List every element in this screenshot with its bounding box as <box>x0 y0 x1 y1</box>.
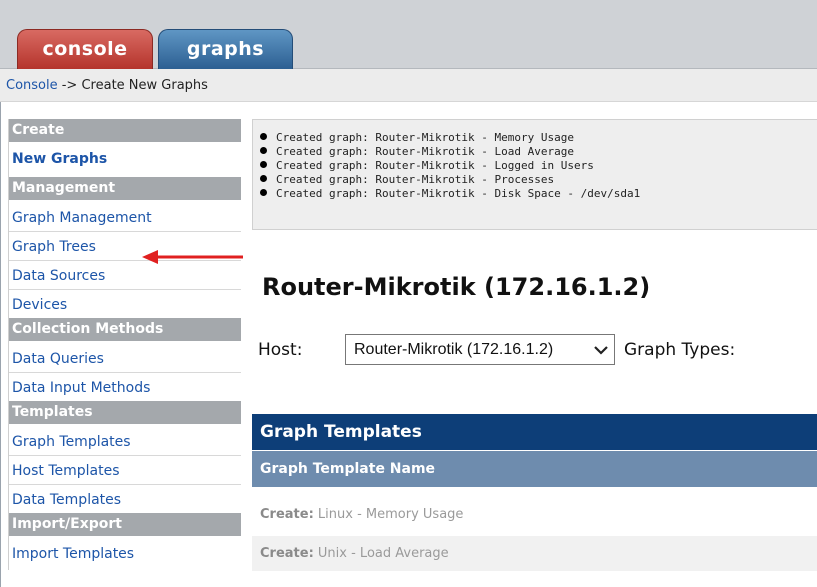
tab-graphs[interactable]: graphs <box>158 29 293 69</box>
top-tab-bar: console graphs <box>0 0 817 69</box>
row-name: Unix - Load Average <box>317 546 449 561</box>
status-message: Created graph: Router-Mikrotik - Memory … <box>253 131 817 145</box>
bullet-icon <box>260 189 267 196</box>
breadcrumb-current: Create New Graphs <box>81 78 208 93</box>
row-prefix: Create: <box>260 546 314 561</box>
host-select-value: Router-Mikrotik (172.16.1.2) <box>354 341 554 358</box>
row-name: Linux - Memory Usage <box>317 507 464 522</box>
breadcrumb: Console -> Create New Graphs <box>0 69 817 102</box>
bullet-icon <box>260 133 267 140</box>
bullet-icon <box>260 161 267 168</box>
status-messages: Created graph: Router-Mikrotik - Memory … <box>252 119 817 230</box>
sidebar-item-data-queries[interactable]: Data Queries <box>9 347 241 373</box>
host-label: Host: <box>258 340 303 360</box>
sidebar-item-data-sources[interactable]: Data Sources <box>9 264 241 290</box>
sidebar-item-graph-management[interactable]: Graph Management <box>9 206 241 232</box>
sidebar-header-collection-methods: Collection Methods <box>9 318 241 341</box>
status-message: Created graph: Router-Mikrotik - Logged … <box>253 159 817 173</box>
sidebar: Create New Graphs Management Graph Manag… <box>8 119 241 570</box>
table-row[interactable]: Create: Unix - Load Average <box>252 536 817 571</box>
sidebar-item-import-templates[interactable]: Import Templates <box>9 542 241 567</box>
sidebar-header-management: Management <box>9 177 241 200</box>
status-message: Created graph: Router-Mikrotik - Process… <box>253 173 817 187</box>
sidebar-item-data-input-methods[interactable]: Data Input Methods <box>9 376 241 401</box>
bullet-icon <box>260 147 267 154</box>
graph-templates-header: Graph Templates <box>252 414 817 450</box>
breadcrumb-separator: -> <box>57 78 82 93</box>
graph-types-label: Graph Types: <box>624 340 736 360</box>
sidebar-item-devices[interactable]: Devices <box>9 293 241 318</box>
bullet-icon <box>260 175 267 182</box>
sidebar-item-host-templates[interactable]: Host Templates <box>9 459 241 485</box>
sidebar-item-new-graphs[interactable]: New Graphs <box>9 148 241 171</box>
host-select[interactable]: Router-Mikrotik (172.16.1.2) <box>345 334 615 365</box>
status-message: Created graph: Router-Mikrotik - Disk Sp… <box>253 187 817 201</box>
sidebar-header-import-export: Import/Export <box>9 513 241 536</box>
breadcrumb-console-link[interactable]: Console <box>6 78 58 93</box>
page-title: Router-Mikrotik (172.16.1.2) <box>262 273 651 301</box>
sidebar-item-graph-templates[interactable]: Graph Templates <box>9 430 241 456</box>
annotation-arrow-icon <box>142 250 243 264</box>
tab-console[interactable]: console <box>17 29 153 69</box>
sidebar-header-templates: Templates <box>9 401 241 424</box>
chevron-down-icon <box>594 346 608 355</box>
row-prefix: Create: <box>260 507 314 522</box>
table-row[interactable]: Create: Linux - Memory Usage <box>252 497 817 532</box>
sidebar-header-create: Create <box>9 119 241 142</box>
sidebar-item-data-templates[interactable]: Data Templates <box>9 488 241 513</box>
host-selector-row: Host: Router-Mikrotik (172.16.1.2) Graph… <box>256 330 817 370</box>
graph-template-name-column[interactable]: Graph Template Name <box>252 451 817 487</box>
status-message: Created graph: Router-Mikrotik - Load Av… <box>253 145 817 159</box>
